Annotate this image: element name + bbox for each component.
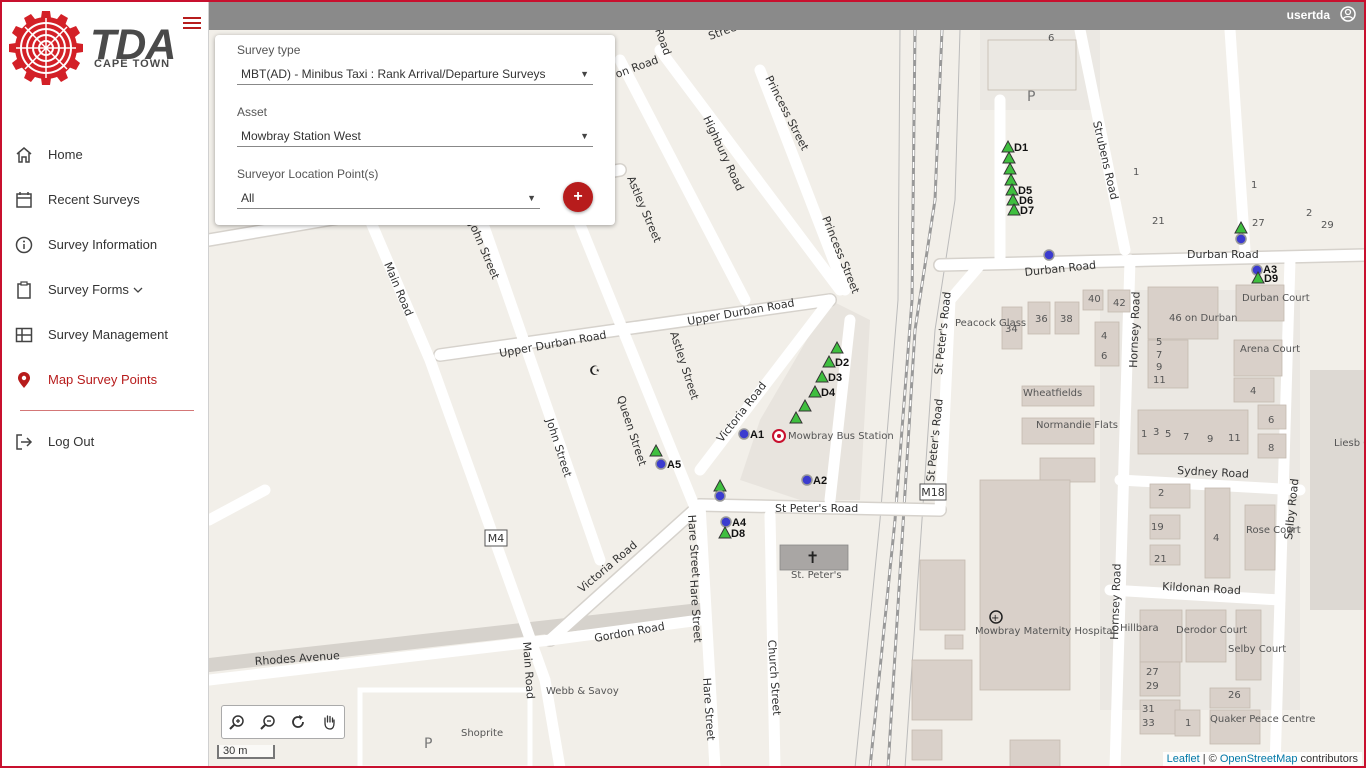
survey-point-label: A5 (667, 459, 681, 471)
top-bar: usertda (209, 0, 1366, 30)
asset-select[interactable]: Mowbray Station West ▼ (237, 125, 593, 147)
hand-icon (324, 715, 335, 730)
survey-type-field: Survey type MBT(AD) - Minibus Taxi : Ran… (237, 43, 593, 85)
sidebar-item-label: Map Survey Points (48, 372, 158, 387)
add-location-button[interactable]: + (563, 182, 593, 212)
survey-point-label: D2 (835, 357, 849, 369)
departure-point-marker[interactable] (808, 384, 822, 398)
survey-point-label: A2 (813, 475, 827, 487)
departure-point-marker[interactable] (789, 410, 803, 424)
arrival-point-marker[interactable] (1043, 249, 1055, 261)
survey-point-label: A1 (750, 429, 764, 441)
sidebar-item-label: Survey Information (48, 237, 158, 252)
map-toolbar (221, 705, 345, 739)
survey-point-label: D9 (1264, 273, 1278, 285)
user-account-icon[interactable] (1340, 6, 1356, 22)
departure-point-marker[interactable] (815, 369, 829, 383)
survey-point-label: D8 (731, 528, 745, 540)
survey-point-label: D3 (828, 372, 842, 384)
logout-label: Log Out (48, 434, 95, 449)
leaflet-link[interactable]: Leaflet (1167, 753, 1200, 765)
arrival-point-marker[interactable] (720, 516, 732, 528)
departure-point-marker[interactable] (1234, 220, 1248, 234)
attribution-separator: | © (1199, 753, 1220, 765)
sidebar-item-survey-forms[interactable]: Survey Forms (0, 267, 209, 312)
arrival-point-marker[interactable] (655, 458, 667, 470)
sidebar-item-label: Recent Surveys (48, 192, 140, 207)
departure-point-marker[interactable] (798, 398, 812, 412)
sidebar-divider (20, 410, 194, 411)
sidebar-item-label: Home (48, 147, 83, 162)
zoom-out-button[interactable] (255, 709, 281, 735)
info-icon (14, 235, 34, 255)
hamburger-menu-icon[interactable] (183, 14, 201, 32)
survey-point-label: D4 (821, 387, 836, 399)
location-field: Surveyor Location Point(s) All ▼ (237, 167, 540, 209)
departure-point-marker[interactable] (1001, 139, 1015, 153)
departure-point-marker[interactable] (1004, 172, 1018, 186)
map-attribution: Leaflet | © OpenStreetMap contributors (1162, 752, 1362, 766)
departure-point-marker[interactable] (713, 478, 727, 492)
survey-point-label: D1 (1014, 142, 1028, 154)
departure-point-marker[interactable] (1005, 182, 1019, 196)
asset-value: Mowbray Station West (241, 128, 361, 143)
departure-point-marker[interactable] (649, 443, 663, 457)
departure-point-marker[interactable] (822, 354, 836, 368)
dropdown-arrow-icon: ▼ (527, 192, 536, 203)
asset-field: Asset Mowbray Station West ▼ (237, 105, 593, 147)
logo-subtext: CAPE TOWN (94, 58, 171, 70)
dropdown-arrow-icon: ▼ (580, 68, 589, 79)
sidebar-nav: Home Recent Surveys Survey Information S… (0, 132, 209, 464)
reset-view-button[interactable] (285, 709, 311, 735)
sidebar-item-home[interactable]: Home (0, 132, 209, 177)
attribution-suffix: contributors (1297, 753, 1358, 765)
tda-logo[interactable]: TDA CAPE TOWN (8, 10, 198, 86)
chevron-down-icon (133, 282, 143, 297)
zoom-in-button[interactable] (224, 709, 250, 735)
map-pin-icon (14, 370, 34, 390)
dropdown-arrow-icon: ▼ (580, 130, 589, 141)
survey-point-label: D7 (1020, 205, 1034, 217)
refresh-icon (292, 715, 305, 728)
sidebar: TDA CAPE TOWN Home Recent Surveys Survey… (0, 0, 209, 768)
pan-button[interactable] (316, 709, 342, 735)
arrival-point-marker[interactable] (714, 490, 726, 502)
arrival-point-marker[interactable] (1235, 233, 1247, 245)
logo-cog-icon (9, 11, 83, 85)
sidebar-item-recent-surveys[interactable]: Recent Surveys (0, 177, 209, 222)
home-icon (14, 145, 34, 165)
sidebar-item-label: Survey Forms (48, 282, 129, 297)
zoom-in-icon (229, 715, 244, 730)
sidebar-item-survey-management[interactable]: Survey Management (0, 312, 209, 357)
map-scale: 30 m (217, 745, 275, 759)
departure-point-marker[interactable] (830, 340, 844, 354)
clipboard-icon (14, 280, 34, 300)
survey-type-select[interactable]: MBT(AD) - Minibus Taxi : Rank Arrival/De… (237, 63, 593, 85)
sidebar-item-logout[interactable]: Log Out (0, 419, 209, 464)
table-icon (14, 325, 34, 345)
arrival-point-marker[interactable] (738, 428, 750, 440)
location-label: Surveyor Location Point(s) (237, 167, 379, 181)
departure-point-marker[interactable] (718, 525, 732, 539)
osm-link[interactable]: OpenStreetMap (1220, 753, 1298, 765)
survey-filter-panel: Survey type MBT(AD) - Minibus Taxi : Ran… (215, 35, 615, 225)
departure-point-marker[interactable] (1003, 161, 1017, 175)
location-value: All (241, 190, 255, 205)
sidebar-item-map-survey-points[interactable]: Map Survey Points (0, 357, 209, 402)
calendar-icon (14, 190, 34, 210)
username[interactable]: usertda (1287, 8, 1330, 22)
survey-type-value: MBT(AD) - Minibus Taxi : Rank Arrival/De… (241, 66, 546, 81)
sidebar-item-survey-information[interactable]: Survey Information (0, 222, 209, 267)
logout-icon (14, 432, 34, 452)
sidebar-item-label: Survey Management (48, 327, 168, 342)
arrival-point-marker[interactable] (801, 474, 813, 486)
survey-type-label: Survey type (237, 43, 301, 57)
location-select[interactable]: All ▼ (237, 187, 540, 209)
zoom-out-icon (260, 715, 275, 730)
asset-label: Asset (237, 105, 268, 119)
